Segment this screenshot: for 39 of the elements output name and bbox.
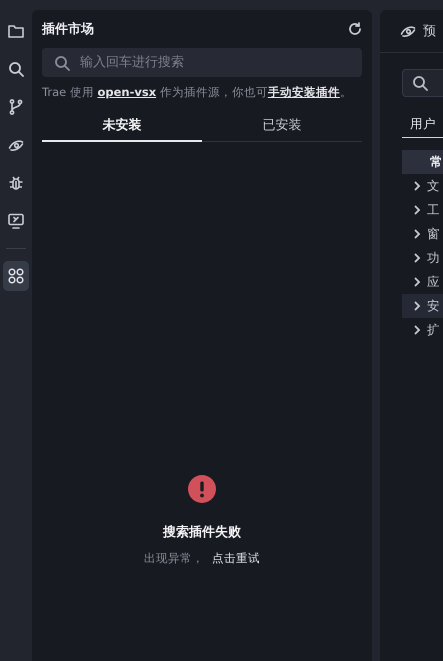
search-field[interactable] [402, 69, 443, 97]
folder-icon [8, 24, 24, 38]
settings-item[interactable]: 窗 [402, 222, 443, 246]
panel-title: 预 [423, 23, 436, 40]
chevron-icon [414, 229, 421, 239]
search-icon [54, 55, 70, 71]
grid-tab[interactable] [3, 261, 29, 291]
settings-tab[interactable]: 用户 [402, 111, 443, 137]
settings-item[interactable]: 扩 [402, 318, 443, 342]
refresh-button[interactable] [348, 22, 362, 36]
bug-icon [8, 175, 24, 191]
search-icon [412, 75, 428, 91]
chevron-icon [414, 301, 421, 311]
settings-item[interactable]: 常 [402, 150, 443, 174]
panel-title: 插件市场 [42, 20, 94, 38]
error-message: 出现异常， [144, 551, 204, 566]
settings-item[interactable]: 功 [402, 246, 443, 270]
chevron-icon [414, 325, 421, 335]
settings-item[interactable]: 安 [402, 294, 443, 318]
monitor-icon [8, 213, 24, 229]
chevron-icon [414, 205, 421, 215]
source-note: Trae 使用 open-vsx 作为插件源，你也可手动安装插件。 [42, 85, 353, 100]
branch-icon [9, 99, 23, 115]
error-title: 搜索插件失败 [163, 524, 241, 541]
grid-icon [8, 268, 24, 284]
open-vsx-link[interactable]: open-vsx [98, 85, 156, 99]
chevron-icon [414, 181, 421, 191]
settings-item[interactable]: 工 [402, 198, 443, 222]
panel-tab[interactable]: 未安装 [42, 112, 202, 142]
search-field[interactable]: 输入回车进行搜索 [42, 48, 362, 77]
settings-item[interactable]: 应 [402, 270, 443, 294]
retry-link[interactable]: 点击重试 [212, 551, 260, 566]
search-icon [8, 61, 24, 77]
chevron-icon [414, 253, 421, 263]
error-icon [188, 475, 216, 503]
settings-item[interactable]: 文 [402, 174, 443, 198]
manual-install-link[interactable]: 手动安装插件 [268, 85, 340, 99]
panel-tab[interactable]: 已安装 [202, 112, 362, 142]
chevron-icon [414, 277, 421, 287]
